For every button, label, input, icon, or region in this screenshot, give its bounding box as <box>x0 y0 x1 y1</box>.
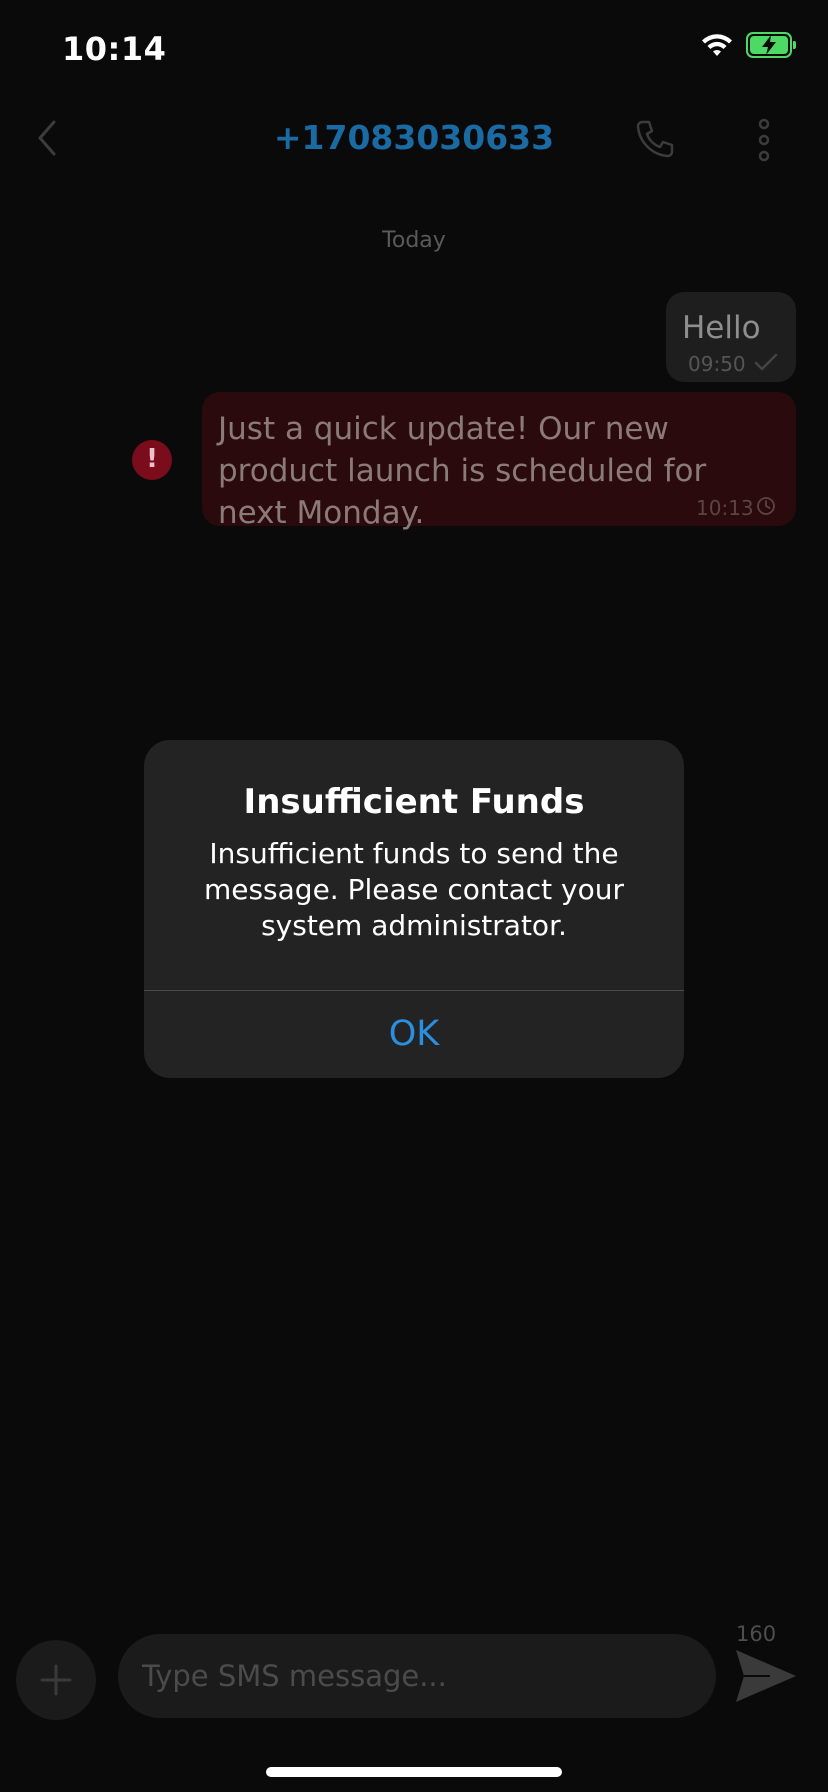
ok-button[interactable]: OK <box>144 991 684 1078</box>
message-time: 10:13 <box>696 496 754 520</box>
sms-message-input[interactable] <box>118 1634 716 1718</box>
status-time: 10:14 <box>62 30 167 68</box>
error-icon[interactable]: ! <box>132 440 172 480</box>
message-text: Hello <box>682 310 761 346</box>
home-indicator[interactable] <box>266 1767 562 1777</box>
messages-screen: 10:14 +17083030633 Today Hello 09:50 ! J… <box>0 0 828 1792</box>
battery-charging-icon <box>746 32 796 58</box>
insufficient-funds-alert: Insufficient Funds Insufficient funds to… <box>144 740 684 1078</box>
message-bubble-sent[interactable]: Hello 09:50 <box>666 292 796 382</box>
conversation-header: +17083030633 <box>0 100 828 180</box>
status-icons <box>700 32 796 58</box>
date-separator: Today <box>382 228 446 253</box>
character-counter: 160 <box>736 1622 777 1646</box>
message-time: 09:50 <box>688 352 746 376</box>
more-vertical-icon[interactable] <box>756 118 772 162</box>
phone-icon[interactable] <box>634 118 676 160</box>
check-icon <box>754 352 778 372</box>
contact-title[interactable]: +17083030633 <box>0 118 828 157</box>
message-bubble-failed[interactable]: Just a quick update! Our new product lau… <box>202 392 796 531</box>
alert-message: Insufficient funds to send the message. … <box>203 837 625 942</box>
clock-icon <box>756 496 776 516</box>
add-attachment-button[interactable] <box>16 1640 96 1720</box>
plus-icon <box>40 1664 72 1696</box>
wifi-icon <box>700 32 734 58</box>
alert-title: Insufficient Funds <box>243 782 585 822</box>
status-bar: 10:14 <box>0 0 828 100</box>
send-icon[interactable] <box>734 1646 798 1706</box>
